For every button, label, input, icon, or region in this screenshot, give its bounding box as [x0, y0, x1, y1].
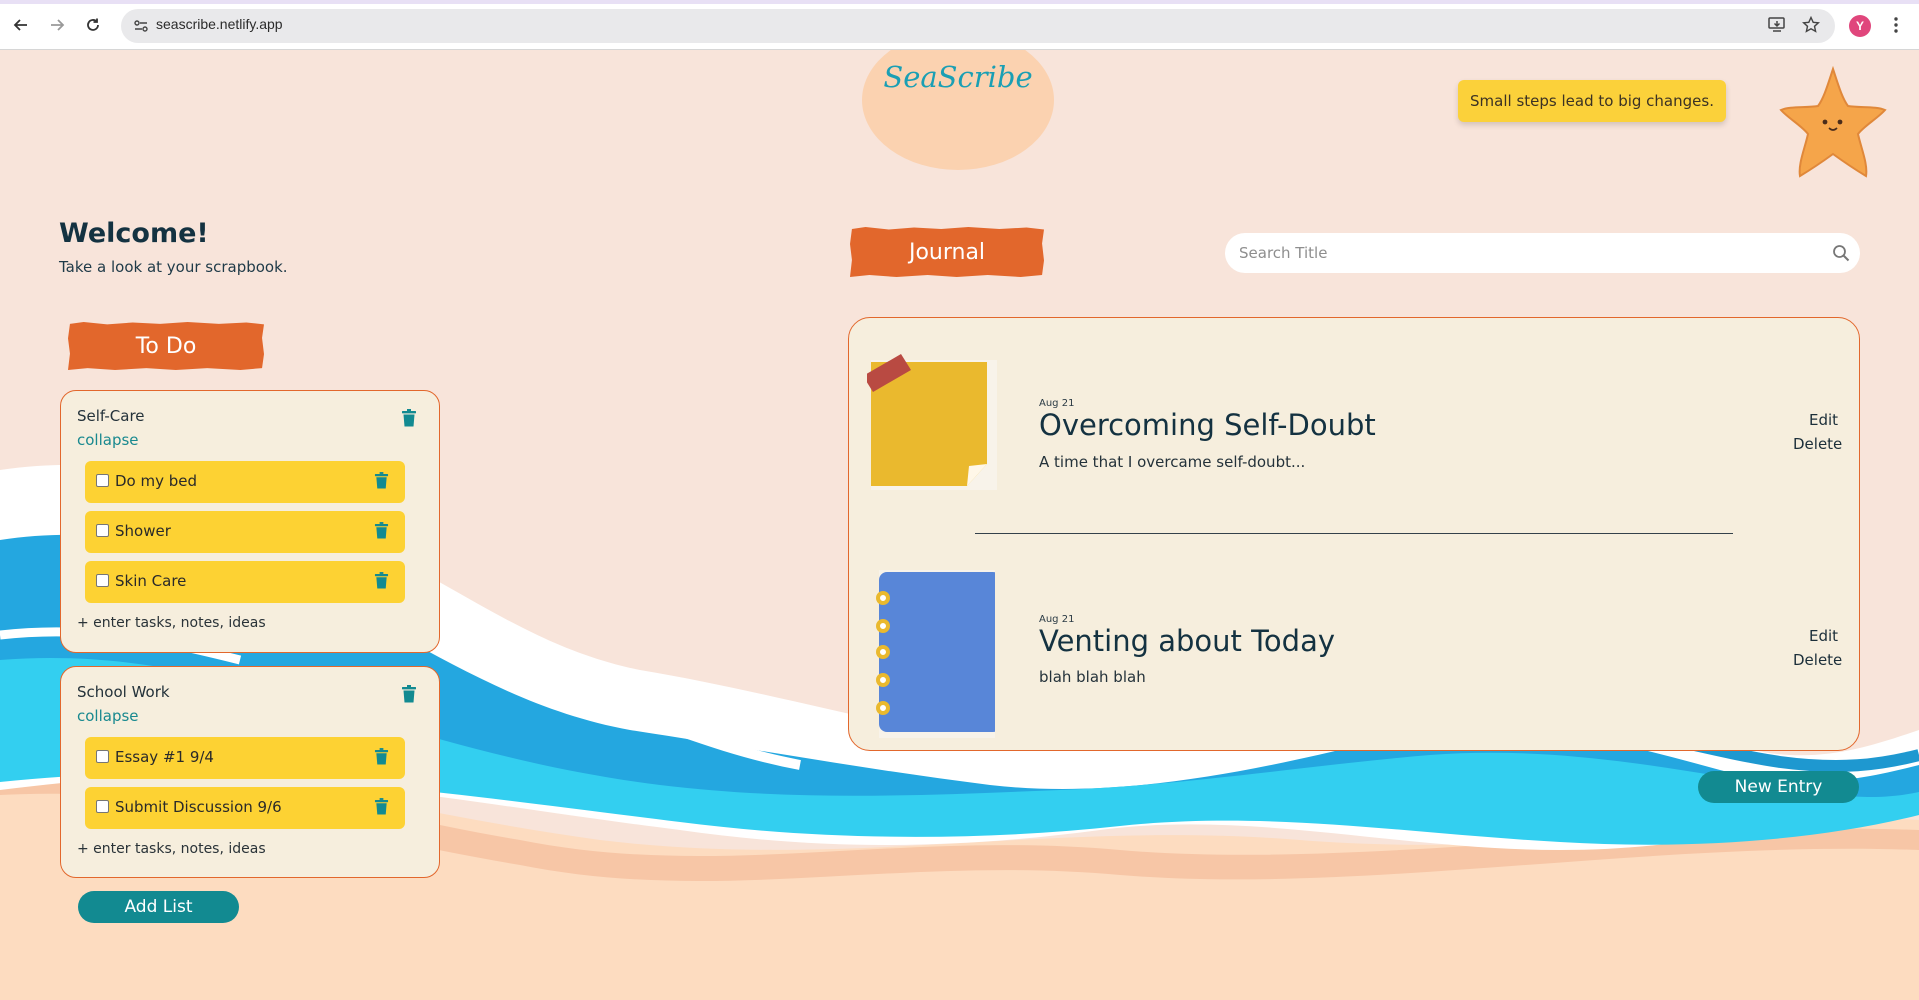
add-task-input[interactable]: + enter tasks, notes, ideas — [77, 841, 266, 857]
collapse-link[interactable]: collapse — [77, 431, 139, 449]
task-text: Do my bed — [115, 472, 198, 490]
browser-menu-icon[interactable] — [1885, 14, 1907, 36]
journal-entries-card: Aug 21 Overcoming Self-Doubt A time that… — [848, 317, 1860, 751]
app-logo[interactable]: SeaScribe — [862, 60, 1054, 94]
task-checkbox[interactable] — [96, 800, 109, 813]
starfish-mascot-icon — [1779, 66, 1887, 178]
browser-toolbar: seascribe.netlify.app Y — [0, 0, 1919, 50]
address-bar[interactable] — [121, 9, 1835, 43]
task-item[interactable]: Do my bed — [85, 461, 405, 503]
motivational-quote: Small steps lead to big changes. — [1458, 80, 1726, 122]
list-title[interactable]: School Work — [77, 683, 170, 701]
edit-entry-link[interactable]: Edit — [1809, 627, 1838, 645]
trash-icon[interactable] — [374, 472, 389, 489]
task-checkbox[interactable] — [96, 574, 109, 587]
edit-entry-link[interactable]: Edit — [1809, 411, 1838, 429]
task-checkbox[interactable] — [96, 474, 109, 487]
notebook-icon — [876, 570, 995, 738]
site-settings-icon[interactable] — [132, 17, 150, 35]
task-text: Shower — [115, 522, 171, 540]
entry-divider — [975, 533, 1733, 534]
trash-icon[interactable] — [401, 685, 417, 703]
trash-icon[interactable] — [401, 409, 417, 427]
trash-icon[interactable] — [374, 522, 389, 539]
profile-avatar[interactable]: Y — [1849, 15, 1871, 37]
welcome-subtitle: Take a look at your scrapbook. — [59, 258, 288, 276]
back-icon[interactable] — [10, 14, 32, 36]
welcome-title: Welcome! — [59, 218, 209, 249]
trash-icon[interactable] — [374, 748, 389, 765]
entry-description: blah blah blah — [1039, 668, 1146, 686]
task-item[interactable]: Submit Discussion 9/6 — [85, 787, 405, 829]
add-task-input[interactable]: + enter tasks, notes, ideas — [77, 615, 266, 631]
entry-title[interactable]: Venting about Today — [1039, 624, 1335, 658]
task-item[interactable]: Essay #1 9/4 — [85, 737, 405, 779]
entry-title[interactable]: Overcoming Self-Doubt — [1039, 408, 1376, 442]
forward-icon[interactable] — [46, 14, 68, 36]
trash-icon[interactable] — [374, 572, 389, 589]
task-text: Skin Care — [115, 572, 187, 590]
sticky-note-icon — [867, 354, 997, 490]
bookmark-star-icon[interactable] — [1800, 14, 1822, 36]
reload-icon[interactable] — [82, 14, 104, 36]
todo-list-card: Self-Care collapse Do my bed Shower Skin… — [60, 390, 440, 653]
task-text: Submit Discussion 9/6 — [115, 798, 282, 816]
task-text: Essay #1 9/4 — [115, 748, 214, 766]
task-checkbox[interactable] — [96, 524, 109, 537]
add-list-button[interactable]: Add List — [78, 891, 239, 923]
entry-description: A time that I overcame self-doubt... — [1039, 453, 1306, 471]
tab-strip-edge — [0, 0, 1919, 4]
todo-list-card: School Work collapse Essay #1 9/4 Submit… — [60, 666, 440, 878]
collapse-link[interactable]: collapse — [77, 707, 139, 725]
task-checkbox[interactable] — [96, 750, 109, 763]
list-title[interactable]: Self-Care — [77, 407, 145, 425]
delete-entry-link[interactable]: Delete — [1793, 435, 1842, 453]
trash-icon[interactable] — [374, 798, 389, 815]
url-text[interactable]: seascribe.netlify.app — [156, 16, 283, 32]
todo-section-label: To Do — [68, 322, 264, 370]
search-icon[interactable] — [1832, 244, 1850, 262]
journal-section-label: Journal — [850, 227, 1044, 277]
search-placeholder: Search Title — [1239, 244, 1328, 262]
new-entry-button[interactable]: New Entry — [1698, 771, 1859, 803]
delete-entry-link[interactable]: Delete — [1793, 651, 1842, 669]
task-item[interactable]: Skin Care — [85, 561, 405, 603]
page: SeaScribe Small steps lead to big change… — [0, 50, 1919, 1000]
install-app-icon[interactable] — [1766, 14, 1788, 36]
search-input[interactable]: Search Title — [1225, 233, 1860, 273]
task-item[interactable]: Shower — [85, 511, 405, 553]
